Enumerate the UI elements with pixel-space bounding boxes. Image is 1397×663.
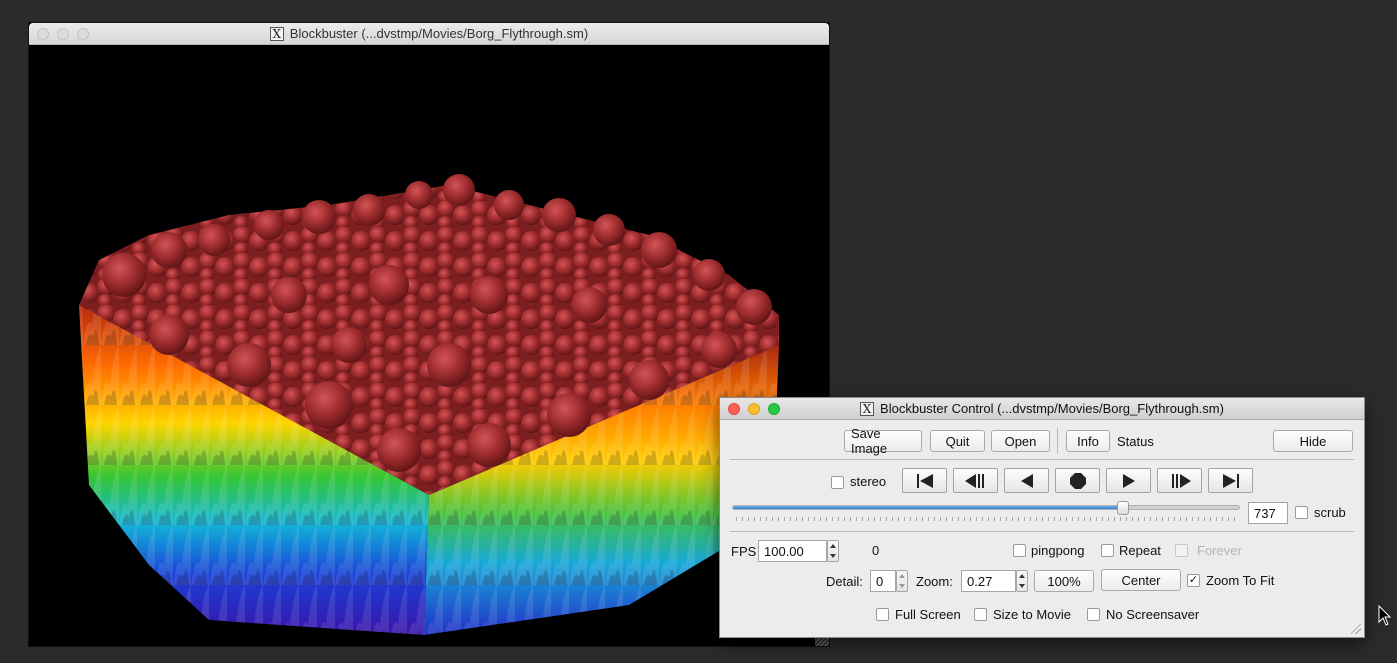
control-window-title: Blockbuster Control (...dvstmp/Movies/Bo…: [880, 401, 1224, 416]
detail-field[interactable]: [870, 570, 896, 592]
info-button[interactable]: Info: [1066, 430, 1110, 452]
repeat-label: Repeat: [1119, 543, 1161, 558]
step-forward-button[interactable]: [1157, 468, 1202, 493]
divider: [730, 459, 1354, 460]
step-forward-icon: [1171, 473, 1191, 488]
movie-frame-image[interactable]: [29, 45, 829, 646]
no-screensaver-label: No Screensaver: [1106, 607, 1200, 622]
quit-button[interactable]: Quit: [930, 430, 985, 452]
zoom-window-button[interactable]: [77, 28, 89, 40]
divider: [730, 531, 1354, 532]
x11-icon: X: [269, 26, 284, 41]
step-back-button[interactable]: [953, 468, 998, 493]
stop-button[interactable]: [1055, 468, 1100, 493]
frame-slider-thumb[interactable]: [1116, 501, 1129, 515]
forever-checkbox: [1175, 544, 1188, 557]
skip-to-start-button[interactable]: [902, 468, 947, 493]
close-window-button[interactable]: [728, 403, 740, 415]
zoom-to-fit-checkbox[interactable]: ✓: [1187, 574, 1200, 587]
window-controls: [37, 28, 89, 40]
save-image-button[interactable]: Save Image: [844, 426, 922, 456]
mouse-pointer-icon: [1378, 605, 1392, 626]
resize-grip[interactable]: [1351, 624, 1361, 634]
zoom-100-button[interactable]: 100%: [1034, 570, 1094, 592]
fps-label: FPS: [731, 544, 757, 559]
stereo-label: stereo: [850, 474, 887, 489]
forever-label: Forever: [1197, 543, 1242, 558]
skip-to-start-icon: [916, 473, 933, 488]
pingpong-checkbox[interactable]: [1013, 544, 1026, 557]
no-screensaver-checkbox[interactable]: [1087, 608, 1100, 621]
window-controls: [728, 403, 780, 415]
minimize-window-button[interactable]: [748, 403, 760, 415]
frame-slider-ticks: [736, 517, 1236, 521]
full-screen-checkbox[interactable]: [876, 608, 889, 621]
control-panel: Save Image Quit Open Info Status Hide st…: [720, 420, 1364, 637]
frame-counter: 0: [872, 543, 880, 558]
skip-to-end-icon: [1222, 473, 1239, 488]
control-window: X Blockbuster Control (...dvstmp/Movies/…: [720, 398, 1364, 637]
close-window-button[interactable]: [37, 28, 49, 40]
x11-icon: X: [860, 401, 875, 416]
pingpong-label: pingpong: [1031, 543, 1085, 558]
movie-window-title: Blockbuster (...dvstmp/Movies/Borg_Flyth…: [289, 26, 589, 41]
play-reverse-icon: [1020, 473, 1033, 488]
zoom-to-fit-label: Zoom To Fit: [1206, 573, 1275, 588]
stereo-checkbox[interactable]: [831, 476, 844, 489]
movie-window-titlebar[interactable]: X Blockbuster (...dvstmp/Movies/Borg_Fly…: [29, 23, 829, 45]
stop-icon: [1069, 472, 1086, 489]
open-button[interactable]: Open: [991, 430, 1050, 452]
hide-button[interactable]: Hide: [1273, 430, 1353, 452]
repeat-checkbox[interactable]: [1101, 544, 1114, 557]
zoom-stepper[interactable]: [1016, 570, 1028, 592]
toolbar-divider: [1057, 428, 1058, 454]
detail-stepper[interactable]: [896, 570, 908, 592]
detail-label: Detail:: [826, 574, 863, 589]
step-back-icon: [964, 473, 984, 488]
zoom-window-button[interactable]: [768, 403, 780, 415]
fps-stepper[interactable]: [827, 540, 839, 562]
full-screen-label: Full Screen: [895, 607, 961, 622]
frame-slider[interactable]: [732, 501, 1240, 515]
scrub-label: scrub: [1314, 505, 1346, 520]
movie-window: X Blockbuster (...dvstmp/Movies/Borg_Fly…: [29, 23, 829, 646]
minimize-window-button[interactable]: [57, 28, 69, 40]
frame-slider-fill: [733, 506, 1123, 509]
zoom-field[interactable]: [961, 570, 1016, 592]
zoom-label: Zoom:: [916, 574, 953, 589]
skip-to-end-button[interactable]: [1208, 468, 1253, 493]
frame-number-field[interactable]: [1248, 502, 1288, 524]
size-to-movie-checkbox[interactable]: [974, 608, 987, 621]
turbulence-render-image: [79, 174, 779, 635]
control-window-titlebar[interactable]: X Blockbuster Control (...dvstmp/Movies/…: [720, 398, 1364, 420]
status-label: Status: [1117, 434, 1154, 449]
scrub-checkbox[interactable]: [1295, 506, 1308, 519]
fps-field[interactable]: [758, 540, 827, 562]
play-icon: [1122, 473, 1135, 488]
size-to-movie-label: Size to Movie: [993, 607, 1072, 622]
play-reverse-button[interactable]: [1004, 468, 1049, 493]
center-button[interactable]: Center: [1101, 569, 1181, 591]
play-button[interactable]: [1106, 468, 1151, 493]
